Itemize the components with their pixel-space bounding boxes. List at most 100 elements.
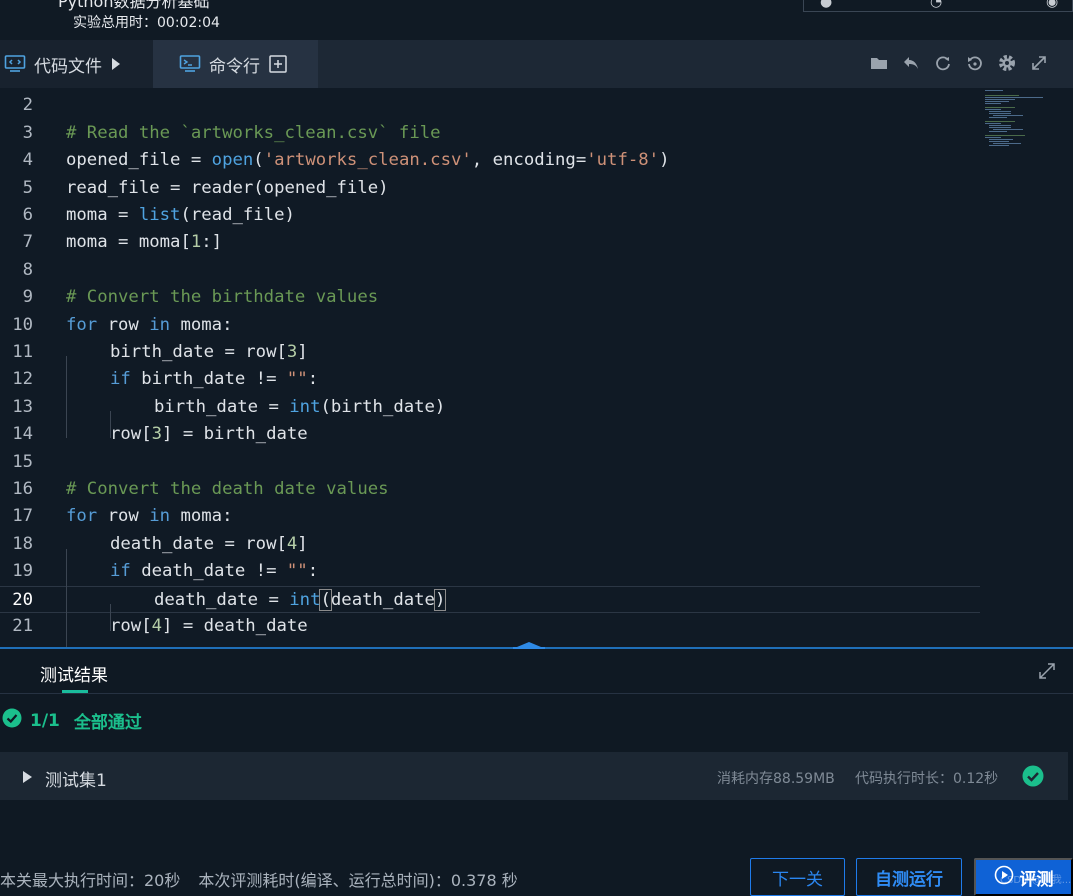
code-text: if birth_date != "":	[110, 369, 319, 390]
code-text: for row in moma:	[66, 314, 233, 335]
code-text: # Convert the birthdate values	[66, 287, 379, 308]
line-number: 19	[12, 561, 33, 582]
folder-icon[interactable]	[869, 52, 889, 74]
check-circle-icon	[2, 708, 22, 733]
page: Python数据分析基础 实验总用时：00:02:04 ● ◔ ◉ 代码文件 命…	[0, 0, 1073, 896]
line-number: 5	[22, 177, 33, 198]
line-number: 20	[12, 589, 33, 610]
pass-summary: 1/1 全部通过	[2, 708, 142, 733]
code-file-icon	[4, 54, 26, 74]
line-number: 8	[22, 259, 33, 280]
testset-row[interactable]: 测试集1 消耗内存88.59MB 代码执行时长：0.12秒	[0, 752, 1068, 800]
line-number: 1	[0, 88, 33, 92]
code-text: # Read the `artworks_clean.csv` file	[66, 122, 441, 143]
code-line[interactable]: 11 birth_date = row[3]	[0, 339, 980, 366]
line-number: 13	[12, 396, 33, 417]
code-line[interactable]: 13 birth_date = int(birth_date)	[0, 394, 980, 421]
line-number: 3	[22, 122, 33, 143]
code-line[interactable]: 17 for row in moma:	[0, 503, 980, 530]
restore-icon[interactable]	[965, 52, 985, 74]
next-level-button[interactable]: 下一关	[750, 858, 845, 896]
code-line[interactable]: 2	[0, 92, 980, 119]
code-line[interactable]: 4 opened_file = open('artworks_clean.csv'…	[0, 147, 980, 174]
code-text: birth_date = int(birth_date)	[154, 396, 446, 417]
eval-time: 本次评测耗时(编译、运行总时间)：0.378 秒	[198, 871, 518, 890]
code-line[interactable]: 8	[0, 257, 980, 284]
memory-usage: 消耗内存88.59MB	[717, 771, 835, 787]
header-dot-icon[interactable]: ●	[820, 0, 832, 10]
line-number: 6	[22, 205, 33, 225]
indent-guide	[66, 549, 67, 648]
indent-guide	[110, 411, 111, 438]
testset-name: 测试集1	[45, 771, 107, 791]
divider	[0, 693, 1073, 694]
code-text: birth_date = row[3]	[110, 342, 308, 362]
tab-command-line[interactable]: 命令行	[153, 40, 318, 88]
code-line[interactable]: 14 row[3] = birth_date	[0, 421, 980, 448]
success-check-icon	[1022, 765, 1044, 791]
code-line[interactable]: 6 moma = list(read_file)	[0, 202, 980, 229]
code-line[interactable]: 16 # Convert the death date values	[0, 476, 980, 503]
watermark: CSDN @叫我...	[1000, 875, 1072, 886]
gear-icon[interactable]	[997, 52, 1017, 74]
line-number: 16	[12, 479, 33, 499]
experiment-timer: 实验总用时：00:02:04	[73, 12, 220, 32]
code-line[interactable]: 5 read_file = reader(opened_file)	[0, 175, 980, 202]
header-clock-icon[interactable]: ◔	[930, 0, 942, 10]
indent-guide	[110, 604, 111, 631]
code-line[interactable]: 20 death_date = int(death_date)	[0, 585, 980, 613]
line-number: 17	[12, 506, 33, 527]
max-exec-time: 本关最大执行时间：20秒	[0, 871, 181, 890]
line-number: 15	[12, 451, 33, 472]
app-title: Python数据分析基础	[58, 0, 210, 11]
code-text: for row in moma:	[66, 506, 233, 527]
tab-code-file-label: 代码文件	[34, 56, 102, 77]
line-number: 14	[12, 424, 33, 445]
fullscreen-icon[interactable]	[1029, 52, 1049, 74]
code-text: from csv import reader	[66, 88, 295, 92]
code-text: if death_date != "":	[110, 561, 319, 582]
indent-guide	[66, 356, 67, 438]
editor-toolbar	[869, 52, 1049, 74]
refresh-icon[interactable]	[933, 52, 953, 74]
timer-label: 实验总用时：	[73, 15, 157, 31]
code-line[interactable]: 19 if death_date != "":	[0, 558, 980, 585]
line-number: 12	[12, 369, 33, 390]
terminal-icon	[179, 54, 201, 74]
code-text: death_date = int(death_date)	[154, 588, 447, 611]
code-line[interactable]: 7 moma = moma[1:]	[0, 229, 980, 256]
top-header: Python数据分析基础 实验总用时：00:02:04 ● ◔ ◉	[0, 0, 1073, 40]
code-line[interactable]: 9 # Convert the birthdate values	[0, 284, 980, 311]
code-line[interactable]: 12 if birth_date != "":	[0, 366, 980, 393]
code-text: read_file = reader(opened_file)	[66, 177, 389, 198]
code-line[interactable]: 21 row[4] = death_date	[0, 613, 980, 640]
code-text: row[3] = birth_date	[110, 424, 308, 445]
line-number: 7	[22, 232, 33, 253]
expand-icon[interactable]	[1037, 661, 1057, 685]
tab-command-line-label: 命令行	[209, 56, 260, 77]
code-line[interactable]: 10 for row in moma:	[0, 312, 980, 339]
code-minimap[interactable]	[981, 88, 1073, 158]
code-text: death_date = row[4]	[110, 533, 308, 554]
header-help-icon[interactable]: ◉	[1046, 0, 1058, 10]
code-text: opened_file = open('artworks_clean.csv',…	[66, 150, 670, 171]
code-text: row[4] = death_date	[110, 616, 308, 636]
code-editor[interactable]: 1 from csv import reader 2 3 # Read the `art…	[0, 88, 1073, 648]
self-test-run-button[interactable]: 自测运行	[856, 858, 962, 896]
editor-tabbar: 代码文件 命令行	[0, 40, 1073, 88]
tab-test-results[interactable]: 测试结果	[40, 661, 108, 686]
execution-time: 代码执行时长：0.12秒	[855, 771, 999, 787]
caret-right-icon[interactable]	[22, 769, 34, 788]
line-number: 10	[12, 314, 33, 335]
code-line[interactable]: 1 from csv import reader	[0, 88, 980, 92]
line-number: 11	[12, 342, 33, 362]
undo-icon[interactable]	[901, 52, 921, 74]
code-text: moma = moma[1:]	[66, 232, 223, 253]
play-triangle-icon[interactable]	[110, 57, 122, 71]
pass-status-text: 全部通过	[73, 713, 142, 733]
add-terminal-icon[interactable]	[268, 54, 288, 74]
tab-code-file[interactable]: 代码文件	[0, 40, 153, 88]
code-line[interactable]: 3 # Read the `artworks_clean.csv` file	[0, 120, 980, 147]
code-line[interactable]: 18 death_date = row[4]	[0, 531, 980, 558]
code-line[interactable]: 15	[0, 449, 980, 476]
